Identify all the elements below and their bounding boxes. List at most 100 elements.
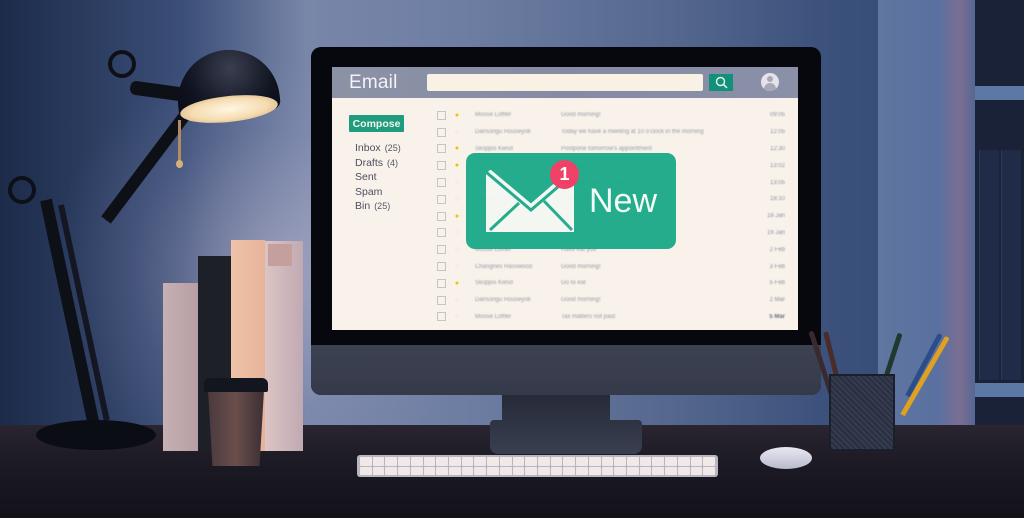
email-row[interactable]: ○ Moose Loffler Tax matters not paid 5 Mar (437, 309, 787, 326)
star-filled-icon[interactable]: ● (452, 144, 462, 153)
email-checkbox[interactable] (437, 262, 446, 272)
keyboard-key (487, 466, 499, 475)
star-outline-icon[interactable]: ○ (452, 178, 462, 187)
email-checkbox[interactable] (437, 178, 446, 188)
folder-label: Drafts (355, 156, 384, 169)
keyboard-key (487, 457, 499, 466)
star-outline-icon[interactable]: ○ (452, 195, 462, 204)
email-time: 09:05 (769, 112, 785, 119)
keyboard-key (461, 457, 474, 466)
email-checkbox[interactable] (437, 211, 446, 221)
sidebar-item-drafts[interactable]: Drafts (4) (355, 156, 401, 171)
email-checkbox[interactable] (437, 312, 446, 322)
email-time: 5 Mar (769, 313, 785, 320)
email-checkbox[interactable] (437, 127, 446, 137)
keyboard-key (563, 457, 576, 466)
email-subject: Postpone tomorrow's appointment (561, 145, 652, 152)
email-subject: Good morning! (561, 112, 601, 119)
search-button[interactable] (709, 74, 733, 91)
keyboard-key (627, 457, 639, 466)
lamp-pull-chain (178, 120, 181, 164)
keyboard-key (499, 457, 512, 466)
keyboard-key (639, 466, 652, 475)
keyboard-key (398, 457, 410, 466)
email-subject: Good morning! (561, 263, 601, 270)
star-outline-icon[interactable]: ○ (452, 245, 462, 254)
coffee-cup (208, 390, 264, 466)
email-row[interactable]: ○ Dansongu Houseyok Today we have a meetin… (437, 124, 787, 141)
coffee-cup-lid (204, 378, 268, 392)
email-sender: Changnes Hasswood (475, 263, 533, 270)
sidebar-item-sent[interactable]: Sent (355, 170, 401, 185)
email-checkbox[interactable] (437, 245, 446, 255)
shelf-binder (1001, 150, 1021, 380)
keyboard-key (601, 466, 614, 475)
email-time: 2 Feb (769, 246, 785, 253)
monitor-chin (311, 345, 821, 395)
email-checkbox[interactable] (437, 161, 446, 171)
email-time: 3 Feb (769, 263, 785, 270)
keyboard-key (436, 466, 448, 475)
email-checkbox[interactable] (437, 194, 446, 204)
keyboard-key (360, 466, 372, 475)
star-filled-icon[interactable]: ● (452, 111, 462, 120)
keyboard-key (677, 466, 690, 475)
keyboard-key (538, 466, 550, 475)
email-row[interactable]: ○ Dansongu Houseyok Good morning! 2 Mar (437, 292, 787, 309)
email-row[interactable]: ○ Changnes Hasswood Good morning! 3 Feb (437, 258, 787, 275)
star-filled-icon[interactable]: ● (452, 279, 462, 288)
keyboard-key (652, 457, 665, 466)
email-sender: Moose Loffler (475, 313, 512, 320)
sidebar-item-bin[interactable]: Bin (25) (355, 199, 401, 214)
email-sender: Dansongu Houseyok (475, 297, 531, 304)
keyboard-key (576, 457, 588, 466)
star-filled-icon[interactable]: ● (452, 212, 462, 221)
new-mail-notification[interactable]: 1 New (466, 153, 676, 249)
folder-label: Sent (355, 171, 377, 184)
sidebar-item-inbox[interactable]: Inbox (25) (355, 141, 401, 156)
keyboard-key (372, 466, 385, 475)
keyboard-key (588, 466, 601, 475)
email-app-screen: Email Compose Inbox (25) Drafts (4) Sent S… (332, 67, 798, 330)
email-checkbox[interactable] (437, 228, 446, 238)
monitor-stand-foot (490, 420, 642, 454)
keyboard-key (385, 457, 398, 466)
keyboard-key (360, 457, 372, 466)
star-outline-icon[interactable]: ○ (452, 228, 462, 237)
email-subject: Tax matters not paid (561, 313, 616, 320)
folder-label: Inbox (355, 142, 381, 154)
email-checkbox[interactable] (437, 295, 446, 305)
email-sender: Skoppis Kiesd (475, 280, 514, 287)
app-header: Email (332, 67, 798, 98)
search-icon (715, 76, 728, 89)
email-row[interactable]: ● Skoppis Kiesd Go to eat 5 Feb (437, 275, 787, 292)
user-avatar-icon[interactable] (761, 73, 779, 91)
search-input[interactable] (427, 74, 703, 91)
app-title: Email (349, 72, 398, 93)
keyboard-key (690, 466, 703, 475)
star-outline-icon[interactable]: ○ (452, 128, 462, 137)
email-row[interactable]: ● Moose Loffler Good morning! 09:05 (437, 107, 787, 124)
keyboard-key (449, 457, 461, 466)
bookshelf (975, 0, 1024, 470)
keyboard-key (423, 466, 436, 475)
email-time: 13:05 (769, 179, 785, 186)
star-outline-icon[interactable]: ○ (452, 262, 462, 271)
email-checkbox[interactable] (437, 144, 446, 154)
keyboard-key (550, 466, 563, 475)
star-filled-icon[interactable]: ● (452, 161, 462, 170)
email-checkbox[interactable] (437, 110, 446, 120)
keyboard (357, 455, 718, 477)
email-time: 12:05 (769, 129, 785, 136)
star-outline-icon[interactable]: ○ (452, 312, 462, 321)
email-checkbox[interactable] (437, 278, 446, 288)
keyboard-key (398, 466, 410, 475)
keyboard-key (627, 466, 639, 475)
new-mail-label: New (589, 182, 658, 220)
star-outline-icon[interactable]: ○ (452, 296, 462, 305)
shelf-board (975, 86, 1024, 100)
lamp-base (36, 420, 156, 450)
email-time: 13:02 (769, 162, 785, 169)
compose-button[interactable]: Compose (349, 115, 404, 132)
sidebar-item-spam[interactable]: Spam (355, 185, 401, 200)
